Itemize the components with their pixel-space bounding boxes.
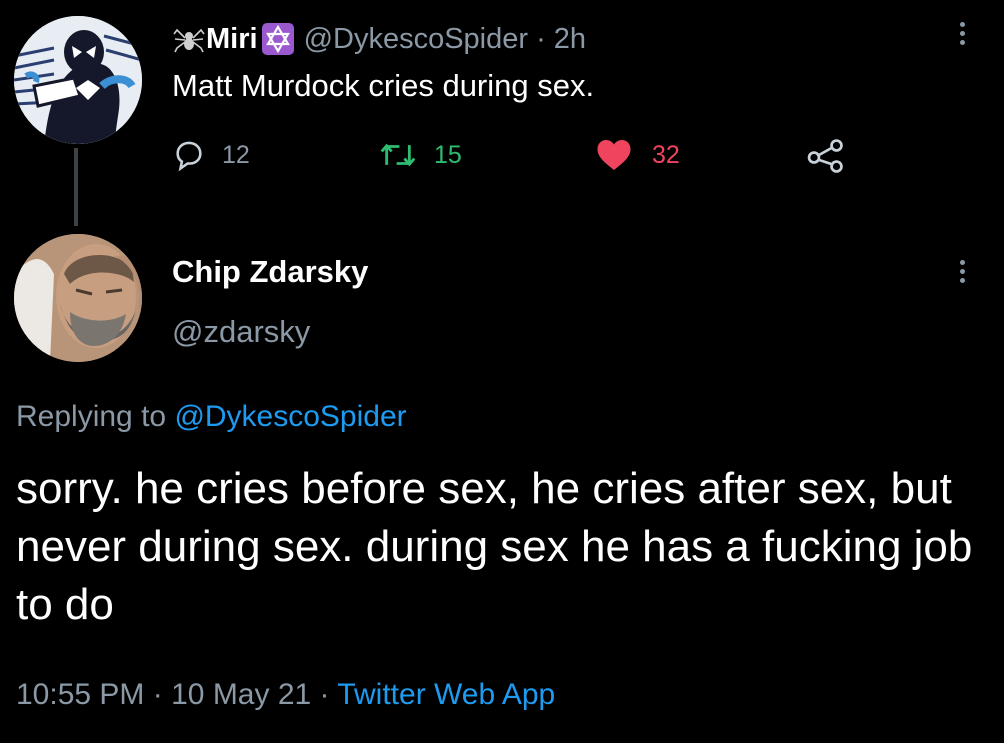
retweet-count: 15 xyxy=(434,140,462,169)
replying-to-line: Replying to @DykescoSpider xyxy=(16,400,407,434)
tweet-metadata: 10:55 PM · 10 May 21 · Twitter Web App xyxy=(16,678,555,712)
parent-tweet-text: Matt Murdock cries during sex. xyxy=(172,68,595,103)
reply-count: 12 xyxy=(222,140,250,169)
reply-display-name[interactable]: Chip Zdarsky xyxy=(172,254,368,290)
spider-icon xyxy=(173,28,205,53)
reply-handle[interactable]: @zdarsky xyxy=(172,314,310,350)
retweet-button[interactable]: 15 xyxy=(378,138,462,172)
share-icon xyxy=(807,139,843,173)
parent-display-name[interactable]: Miri xyxy=(206,23,258,56)
profile-photo-icon xyxy=(14,234,142,362)
replying-to-label: Replying to xyxy=(16,400,167,433)
separator-dot: · xyxy=(319,678,330,711)
reply-bubble-icon xyxy=(176,141,202,172)
thread-connector-line xyxy=(74,148,78,226)
reply-button[interactable]: 12 xyxy=(172,138,250,172)
tweet-time[interactable]: 10:55 PM xyxy=(16,678,144,711)
spider-man-avatar-icon xyxy=(14,16,142,144)
reply-tweet-text: sorry. he cries before sex, he cries aft… xyxy=(16,464,973,629)
share-button[interactable] xyxy=(806,138,846,174)
parent-handle[interactable]: @DykescoSpider · 2h xyxy=(304,23,587,56)
separator-dot: · xyxy=(152,678,163,711)
replying-to-handle-link[interactable]: @DykescoSpider xyxy=(174,400,406,433)
parent-time: · 2h xyxy=(536,22,587,55)
tweet-source-link[interactable]: Twitter Web App xyxy=(337,678,555,711)
parent-tweet-header: Miri @DykescoSpider · 2h xyxy=(172,20,586,58)
tweet-date[interactable]: 10 May 21 xyxy=(171,678,311,711)
more-options-icon[interactable] xyxy=(960,18,965,49)
star-of-david-icon xyxy=(261,23,294,55)
like-button[interactable]: 32 xyxy=(596,138,680,172)
like-count: 32 xyxy=(652,140,680,169)
avatar-dykescospider[interactable] xyxy=(14,16,142,144)
more-options-icon[interactable] xyxy=(960,256,965,287)
retweet-icon xyxy=(380,143,416,167)
heart-icon xyxy=(597,140,631,170)
avatar-zdarsky[interactable] xyxy=(14,234,142,362)
